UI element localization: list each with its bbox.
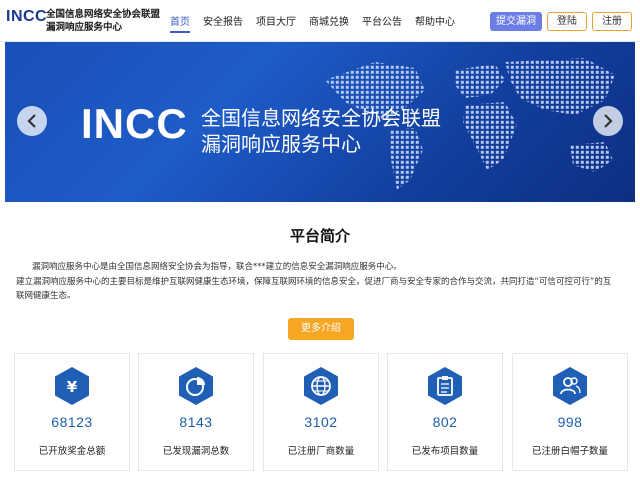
carousel-prev-button[interactable]	[17, 106, 47, 136]
yen-icon: ¥	[55, 367, 89, 405]
stat-card-bounty: ¥ 68123 已开放奖金总额	[14, 353, 130, 471]
top-header: INCC 全国信息网络安全协会联盟 漏洞响应服务中心 首页 安全报告 项目大厅 …	[0, 0, 640, 42]
org-name-line2: 漏洞响应服务中心	[46, 22, 123, 33]
carousel-next-button[interactable]	[593, 106, 623, 136]
nav-announcements[interactable]: 平台公告	[362, 13, 402, 33]
intro-paragraph-1: 漏洞响应服务中心是由全国信息网络安全协会为指导，联合***建立的信息安全漏洞响应…	[32, 262, 402, 272]
nav-security-report[interactable]: 安全报告	[203, 13, 243, 33]
stat-value: 3102	[304, 414, 338, 430]
banner-logo-text: INCC	[81, 100, 188, 147]
stat-label: 已发现漏洞总数	[162, 446, 230, 457]
stat-label: 已发布项目数量	[411, 446, 479, 457]
clipboard-icon	[428, 367, 462, 405]
stat-label: 已注册白帽子数量	[531, 446, 608, 457]
more-intro-button[interactable]: 更多介绍	[288, 318, 354, 340]
stat-value: 802	[432, 414, 458, 430]
register-button[interactable]: 注册	[592, 12, 632, 31]
hero-banner[interactable]: INCC 全国信息网络安全协会联盟 漏洞响应服务中心	[5, 42, 635, 202]
users-icon	[553, 367, 587, 405]
stat-card-vendors: 3102 已注册厂商数量	[263, 353, 379, 471]
stat-label: 已开放奖金总额	[38, 446, 106, 457]
site-logo[interactable]: INCC	[6, 8, 47, 26]
main-nav: 首页 安全报告 项目大厅 商城兑换 平台公告 帮助中心	[170, 13, 455, 33]
stat-label: 已注册厂商数量	[287, 446, 355, 457]
nav-mall-exchange[interactable]: 商城兑换	[309, 13, 349, 33]
stats-row: ¥ 68123 已开放奖金总额 8143 已发现漏洞总数 3102 已注册厂商数…	[14, 353, 628, 471]
nav-home[interactable]: 首页	[170, 13, 190, 33]
stat-card-whitehats: 998 已注册白帽子数量	[512, 353, 628, 471]
stat-value: 68123	[51, 414, 93, 430]
pie-chart-icon	[179, 367, 213, 405]
globe-icon	[304, 367, 338, 405]
org-name-line1: 全国信息网络安全协会联盟	[46, 9, 161, 20]
nav-project-hall[interactable]: 项目大厅	[256, 13, 296, 33]
stat-value: 998	[557, 414, 583, 430]
banner-subtitle-line1: 全国信息网络安全协会联盟	[201, 106, 441, 130]
stat-value: 8143	[179, 414, 213, 430]
submit-vulnerability-button[interactable]: 提交漏洞	[490, 12, 542, 31]
intro-paragraph-2: 建立漏洞响应服务中心的主要目标是维护互联网健康生态环境，保障互联网环境的信息安全…	[16, 277, 612, 301]
stat-card-projects: 802 已发布项目数量	[387, 353, 503, 471]
banner-subtitle-line2: 漏洞响应服务中心	[201, 132, 361, 156]
section-title: 平台简介	[289, 227, 350, 245]
chevron-right-icon	[604, 114, 613, 128]
chevron-left-icon	[27, 114, 36, 128]
svg-text:¥: ¥	[67, 378, 78, 396]
login-button[interactable]: 登陆	[547, 12, 587, 31]
stat-card-vulnerabilities: 8143 已发现漏洞总数	[138, 353, 254, 471]
org-name: 全国信息网络安全协会联盟 漏洞响应服务中心	[46, 8, 160, 34]
nav-help-center[interactable]: 帮助中心	[415, 13, 455, 33]
